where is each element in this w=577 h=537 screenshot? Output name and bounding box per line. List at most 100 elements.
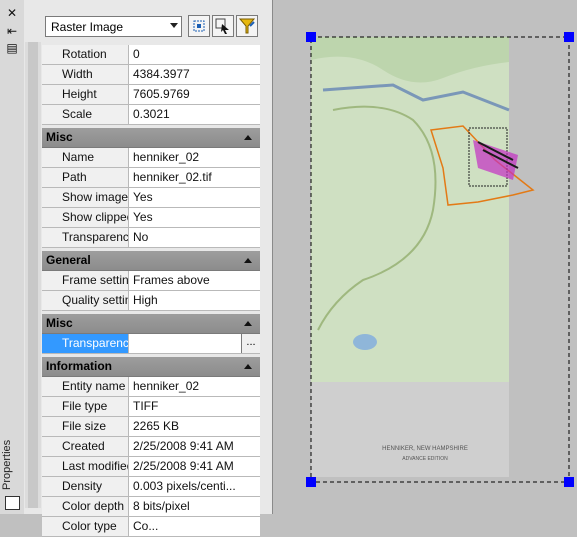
section-title: Information [46,359,112,373]
collapse-icon[interactable] [244,364,252,369]
property-label: Frame setting [42,271,129,290]
collapse-icon[interactable] [244,321,252,326]
property-label: Quality setting [42,291,129,310]
quick-select-button[interactable] [236,15,258,37]
property-label: Scale [42,105,129,124]
chevron-down-icon [170,23,178,28]
property-row-scale[interactable]: Scale 0.3021 [42,105,260,125]
drawing-canvas[interactable]: HENNIKER, NEW HAMPSHIRE ADVANCE EDITION [273,0,577,514]
properties-toolbar: Raster Image [24,0,272,40]
property-row-transparency[interactable]: Transparency No [42,228,260,248]
select-objects-button[interactable] [212,15,234,37]
property-value[interactable]: henniker_02 [130,148,260,167]
property-value[interactable]: 7605.9769 [130,85,260,104]
property-row-name[interactable]: Name henniker_02 [42,148,260,168]
property-grid: Rotation 0 Width 4384.3977 Height 7605.9769… [42,45,260,537]
close-icon[interactable]: ✕ [5,6,19,20]
panel-scrollbar-thumb[interactable] [28,42,38,508]
property-value[interactable]: Yes [130,208,260,227]
property-value[interactable]: Frames above [130,271,260,290]
property-row-color-depth[interactable]: Color depth 8 bits/pixel [42,497,260,517]
property-label: Transparency [42,228,129,247]
property-value[interactable]: 0 [130,45,260,64]
property-row-quality-setting[interactable]: Quality settingHigh [42,291,260,311]
grip-bottom-right[interactable] [564,477,574,487]
ellipsis-button[interactable]: ... [241,334,260,353]
section-header-information[interactable]: Information [42,357,260,377]
properties-menu-icon[interactable]: ▤ [5,41,19,55]
panel-footer-icon[interactable] [5,496,20,510]
collapse-icon[interactable] [244,258,252,263]
property-label: File type [42,397,129,416]
pickadd-icon [193,20,205,32]
property-label: Name [42,148,129,167]
property-row-density[interactable]: Density 0.003 pixels/centi... [42,477,260,497]
property-label: Entity name [42,377,129,396]
map-lake [353,334,377,350]
property-row-created[interactable]: Created 2/25/2008 9:41 AM [42,437,260,457]
property-label: Show image [42,188,129,207]
property-label: Last modified [42,457,129,476]
property-label: Width [42,65,129,84]
property-row-file-size[interactable]: File size 2265 KB [42,417,260,437]
grip-top-left[interactable] [306,32,316,42]
property-value[interactable]: High [130,291,260,310]
property-row-rotation[interactable]: Rotation 0 [42,45,260,65]
property-row-path[interactable]: Path henniker_02.tif [42,168,260,188]
section-header-misc-2[interactable]: Misc [42,314,260,334]
property-row-entity-name[interactable]: Entity name henniker_02 [42,377,260,397]
panel-scrollbar[interactable] [25,42,41,508]
property-label: Show clipped [42,208,129,227]
property-value[interactable]: Co... [130,517,260,536]
side-strip: ✕ ⇤ ▤ Properties [0,0,25,514]
property-row-width[interactable]: Width 4384.3977 [42,65,260,85]
property-label: Created [42,437,129,456]
properties-title: Properties [1,439,13,490]
property-row-frame-setting[interactable]: Frame setting Frames above [42,271,260,291]
property-value[interactable]: 0.003 pixels/centi... [130,477,260,496]
property-value[interactable]: 2/25/2008 9:41 AM [130,457,260,476]
property-label: Color type [42,517,129,536]
property-value[interactable]: henniker_02 [130,377,260,396]
property-row-last-modified[interactable]: Last modified 2/25/2008 9:41 AM [42,457,260,477]
section-title: Misc [46,316,73,330]
property-label: Path [42,168,129,187]
map-title-text: HENNIKER, NEW HAMPSHIRE [382,446,468,452]
property-label: File size [42,417,129,436]
property-row-height[interactable]: Height 7605.9769 [42,85,260,105]
property-row-show-clipped[interactable]: Show clipped Yes [42,208,260,228]
section-header-misc[interactable]: Misc [42,128,260,148]
select-objects-icon [215,18,229,34]
property-label: Color depth [42,497,129,516]
raster-image-view[interactable]: HENNIKER, NEW HAMPSHIRE ADVANCE EDITION [273,0,577,514]
property-value[interactable]: 4384.3977 [130,65,260,84]
property-value[interactable]: 2/25/2008 9:41 AM [130,437,260,456]
property-value[interactable]: 2265 KB [130,417,260,436]
property-value[interactable]: No [130,228,260,247]
property-row-show-image[interactable]: Show image Yes [42,188,260,208]
property-value[interactable]: 0.3021 [130,105,260,124]
property-value[interactable]: TIFF [130,397,260,416]
property-row-transparency-color[interactable]: Transparency ...... [42,334,260,354]
collapse-icon[interactable] [244,135,252,140]
map-subtitle-text: ADVANCE EDITION [402,456,448,462]
quick-select-icon [238,18,256,34]
section-header-general[interactable]: General [42,251,260,271]
grip-top-right[interactable] [564,32,574,42]
toggle-pickadd-button[interactable] [188,15,210,37]
section-title: Misc [46,130,73,144]
auto-hide-icon[interactable]: ⇤ [5,24,19,38]
properties-panel: Raster Image Rotation 0 Width 4384.3977 H [24,0,273,537]
property-row-file-type[interactable]: File type TIFF [42,397,260,417]
property-label: Height [42,85,129,104]
property-value[interactable]: 8 bits/pixel [130,497,260,516]
section-title: General [46,253,91,267]
object-type-value: Raster Image [51,20,124,34]
property-value[interactable]: henniker_02.tif [130,168,260,187]
object-type-select[interactable]: Raster Image [45,16,182,37]
grip-bottom-left[interactable] [306,477,316,487]
property-value[interactable]: Yes [130,188,260,207]
property-row-color-type[interactable]: Color type Co... [42,517,260,537]
property-label: Rotation [42,45,129,64]
property-label: Density [42,477,129,496]
